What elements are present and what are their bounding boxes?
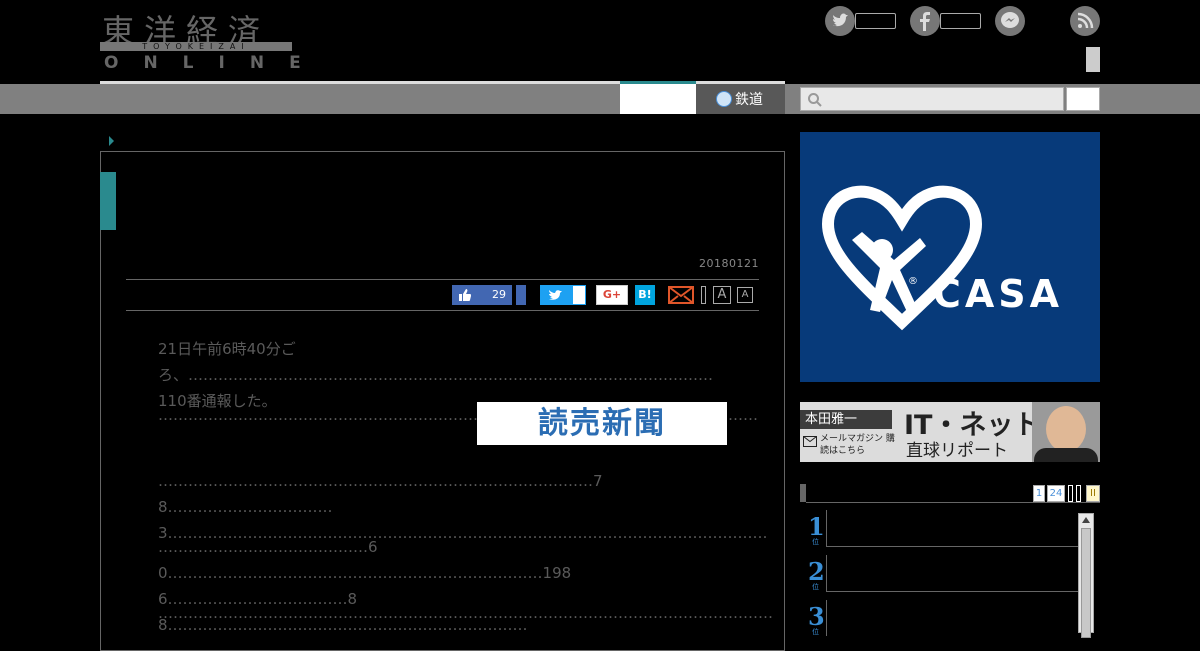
train-icon (716, 91, 732, 107)
ranking-tab-other[interactable]: II (1086, 485, 1100, 502)
honda-ad-subtitle: 直球リポート (906, 441, 1008, 461)
logo-online: ONLINE (104, 53, 326, 73)
like-count: 29 (492, 288, 506, 301)
breadcrumb-arrow-icon[interactable] (109, 136, 114, 146)
honda-mail-text: メールマガジン 購読はこちら (820, 434, 895, 456)
share-divider (701, 286, 706, 304)
scrollbar-thumb[interactable] (1081, 528, 1091, 638)
font-size-large-button[interactable]: A (713, 286, 731, 304)
article-paragraph: ………………………………………………………………………………………………………… (158, 406, 758, 424)
ranking-tab-weekly[interactable] (1068, 485, 1073, 502)
ranking-item[interactable]: 3 位 (806, 600, 1078, 644)
scroll-up-icon[interactable] (1082, 517, 1090, 523)
messenger-icon (995, 6, 1025, 36)
ranking-suffix: 位 (812, 538, 819, 546)
ranking-tab-monthly[interactable] (1076, 485, 1081, 502)
tweet-count-box (572, 285, 586, 305)
hatena-bookmark-button[interactable]: B! (635, 285, 655, 305)
twitter-count-box (855, 13, 896, 29)
nav-tab-active[interactable] (620, 81, 696, 114)
article-date: 20180121 (699, 257, 759, 270)
ranking-header-marker (800, 484, 806, 502)
rss-icon[interactable] (1070, 6, 1100, 36)
google-plus-button[interactable]: G+ (596, 285, 628, 305)
casa-wordmark: CASA (933, 272, 1064, 316)
share-bar-bottom-divider (126, 310, 759, 311)
facebook-share-button[interactable] (516, 285, 526, 305)
facebook-like-button[interactable]: 29 (452, 285, 512, 305)
logo-sub: TOYOKEIZAI (100, 42, 292, 51)
ranking-tab-1h[interactable]: 1 (1033, 485, 1045, 502)
ranking-suffix: 位 (812, 583, 819, 591)
twitter-icon (549, 290, 562, 300)
share-bar-top-divider (126, 279, 759, 280)
ranking-item[interactable]: 2 位 (806, 555, 1078, 599)
facebook-like-page-button[interactable] (910, 6, 986, 36)
nav-tab-rail-label: 鉄道 (735, 92, 763, 108)
font-size-small-button[interactable]: A (737, 287, 753, 303)
honda-newsletter-ad[interactable]: 本田雅一 IT・ネット 直球リポート メールマガジン 購読はこちら (800, 402, 1100, 462)
honda-author-name: 本田雅一 (800, 410, 892, 429)
yomiuri-logo-ad[interactable]: 読売新聞 (477, 402, 727, 445)
search-input[interactable] (800, 87, 1064, 111)
nav-tab-rail[interactable]: 鉄道 (696, 84, 785, 114)
ranking-tab-24h[interactable]: 24 (1047, 485, 1065, 502)
twitter-icon (825, 6, 855, 36)
ranking-suffix: 位 (812, 628, 819, 636)
tweet-button[interactable] (540, 285, 572, 305)
search-button[interactable] (1066, 87, 1100, 111)
article-paragraph: …………………………………………………………………………………………………………… (158, 604, 773, 622)
site-logo[interactable]: 東洋経済 TOYOKEIZAI ONLINE (100, 6, 301, 73)
search-icon (808, 93, 822, 107)
ranking-scrollbar[interactable] (1078, 513, 1094, 638)
thumbs-up-icon (459, 289, 471, 301)
article-title-accent (100, 172, 116, 230)
casa-registered-mark: ® (908, 276, 918, 287)
mail-share-button[interactable] (668, 286, 694, 304)
facebook-icon (910, 6, 940, 36)
facebook-count-box (940, 13, 981, 29)
messenger-button[interactable] (995, 6, 1025, 36)
twitter-follow-button[interactable] (825, 6, 901, 36)
author-photo (1032, 402, 1100, 462)
ranking-item[interactable]: 1 位 (806, 510, 1078, 554)
casa-banner-ad[interactable]: ® CASA (800, 132, 1100, 382)
ranking-header-divider (806, 502, 1100, 503)
mail-icon (668, 286, 694, 304)
ranking-list: 1 位 2 位 3 位 (806, 510, 1078, 640)
header-menu-toggle[interactable] (1086, 47, 1100, 72)
mail-icon (803, 436, 817, 447)
